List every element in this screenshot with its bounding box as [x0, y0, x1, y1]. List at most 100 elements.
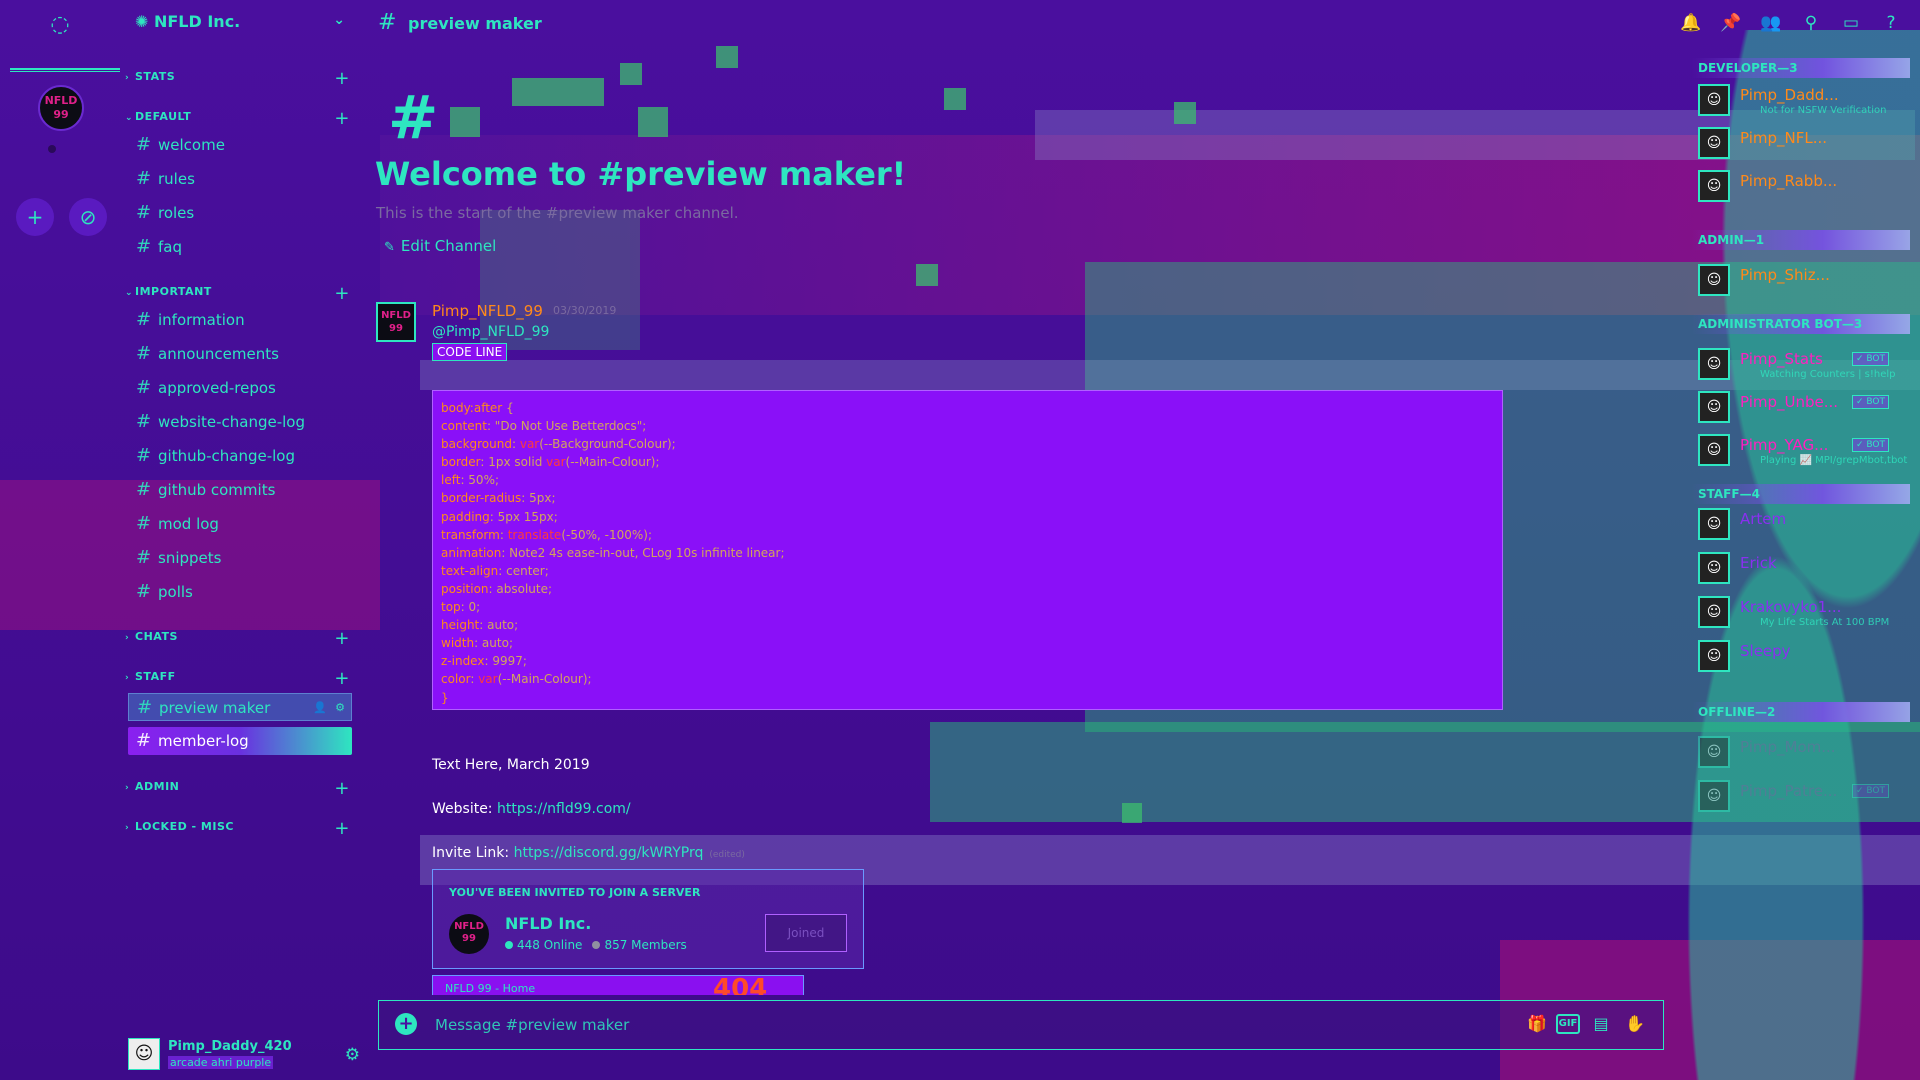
help-icon[interactable]: ? — [1880, 12, 1902, 34]
avatar[interactable]: ☺ — [1698, 391, 1730, 423]
gear-icon[interactable]: ⚙ — [335, 694, 345, 722]
member-item[interactable]: ☺ Pimp_Dadd... Not for NSFW Verification — [1698, 80, 1910, 120]
invite-link[interactable]: https://discord.gg/kWRYPrq — [514, 845, 704, 861]
category-important[interactable]: ⌄ IMPORTANT + — [125, 283, 350, 304]
member-item[interactable]: ☺ Artem — [1698, 504, 1910, 544]
user-mention[interactable]: @Pimp_NFLD_99 — [432, 324, 549, 340]
avatar[interactable]: ☺ — [1698, 84, 1730, 116]
avatar[interactable]: ☺ — [1698, 264, 1730, 296]
search-icon[interactable]: ⚲ — [1800, 12, 1822, 34]
member-item[interactable]: ☺ Pimp_Patre... ✓ BOT — [1698, 776, 1910, 816]
members-icon[interactable]: 👥 — [1760, 12, 1782, 34]
edit-channel-link[interactable]: ✎ Edit Channel — [384, 237, 496, 255]
member-item[interactable]: ☺ Pimp_Unbe... ✓ BOT — [1698, 387, 1910, 427]
channel-information[interactable]: # information — [128, 306, 352, 334]
code-value: : Note2 4s ease-in-out, CLog 10s infinit… — [501, 545, 785, 560]
avatar[interactable]: ☺ — [1698, 780, 1730, 812]
joined-button[interactable]: Joined — [765, 914, 847, 952]
category-admin[interactable]: › ADMIN + — [125, 778, 350, 799]
category-default[interactable]: ⌄ DEFAULT + — [125, 108, 350, 129]
code-property: } — [441, 690, 449, 705]
avatar[interactable]: ☺ — [1698, 552, 1730, 584]
add-channel-icon[interactable]: + — [334, 818, 350, 839]
user-settings-icon[interactable]: ⚙ — [345, 1045, 360, 1065]
member-item[interactable]: ☺ Pimp_NFL... — [1698, 123, 1910, 163]
add-channel-icon[interactable]: + — [334, 108, 350, 129]
avatar[interactable]: ☺ — [1698, 434, 1730, 466]
avatar[interactable]: ☺ — [1698, 736, 1730, 768]
sticker-icon[interactable]: ▤ — [1589, 1013, 1613, 1035]
member-item[interactable]: ☺ Pimp_Rabb... — [1698, 166, 1910, 206]
server-header[interactable]: ✺ NFLD Inc. ⌄ — [135, 12, 345, 34]
explore-servers-button[interactable]: ⊘ — [69, 198, 107, 236]
server-icon-nfld[interactable]: NFLD 99 — [38, 85, 84, 131]
channel-polls[interactable]: # polls — [128, 578, 352, 606]
code-property: text-align — [441, 563, 499, 578]
avatar[interactable]: ☺ — [1698, 127, 1730, 159]
add-channel-icon[interactable]: + — [334, 628, 350, 649]
message-input[interactable]: Message #preview maker — [435, 1016, 629, 1034]
member-item[interactable]: ☺ Pimp_Shiz... — [1698, 260, 1910, 300]
channel-faq[interactable]: # faq — [128, 233, 352, 261]
channel-snippets[interactable]: # snippets — [128, 544, 352, 572]
category-locked-misc[interactable]: › LOCKED - MISC + — [125, 818, 350, 839]
member-name: Pimp_Patre... — [1740, 782, 1838, 800]
channel-label: website-change-log — [158, 413, 306, 431]
code-property: left — [441, 473, 461, 488]
channel-rules[interactable]: # rules — [128, 165, 352, 193]
hash-icon: # — [136, 445, 152, 466]
direct-messages-icon[interactable]: ◌ — [46, 14, 74, 36]
add-channel-icon[interactable]: + — [334, 283, 350, 304]
member-item[interactable]: ☺ Pimp_YAG... Playing 📈 MPI/grepMbot,tbot ✓… — [1698, 430, 1910, 470]
hash-icon: # — [136, 547, 152, 568]
message-author[interactable]: Pimp_NFLD_99 — [432, 302, 543, 320]
channel-welcome[interactable]: # welcome — [128, 131, 352, 159]
avatar[interactable]: ☺ — [1698, 640, 1730, 672]
member-item[interactable]: ☺ Pimp_Stats Watching Counters | s!help ✓ B… — [1698, 344, 1910, 384]
emoji-icon[interactable]: ✋ — [1623, 1013, 1647, 1035]
invite-line: Invite Link: https://discord.gg/kWRYPrq (… — [432, 845, 745, 861]
avatar[interactable]: ☺ — [1698, 170, 1730, 202]
member-item[interactable]: ☺ Sleepy — [1698, 636, 1910, 676]
add-channel-icon[interactable]: + — [334, 778, 350, 799]
add-channel-icon[interactable]: + — [334, 68, 350, 89]
chevron-down-icon[interactable]: ⌄ — [333, 12, 345, 28]
avatar[interactable]: ☺ — [1698, 596, 1730, 628]
member-activity: Not for NSFW Verification — [1760, 105, 1887, 116]
caret-icon: › — [125, 633, 130, 643]
channel-github-commits[interactable]: # github commits — [128, 476, 352, 504]
invite-icon[interactable]: 👤 — [313, 694, 327, 722]
attach-plus-icon[interactable]: + — [395, 1013, 417, 1035]
member-item[interactable]: ☺ Erick — [1698, 548, 1910, 588]
member-name: Artem — [1740, 510, 1787, 528]
website-link[interactable]: https://nfld99.com/ — [497, 801, 631, 817]
member-item[interactable]: ☺ Krakovyko1... My Life Starts At 100 BPM — [1698, 592, 1910, 632]
add-channel-icon[interactable]: + — [334, 668, 350, 689]
channel-preview-maker[interactable]: # preview maker 👤 ⚙ — [128, 693, 352, 721]
message-composer[interactable]: + Message #preview maker 🎁 GIF ▤ ✋ — [378, 1000, 1664, 1050]
channel-mod-log[interactable]: # mod log — [128, 510, 352, 538]
bell-icon[interactable]: 🔔 — [1680, 12, 1702, 34]
gift-icon[interactable]: 🎁 — [1525, 1013, 1549, 1035]
channel-member-log[interactable]: # member-log — [128, 727, 352, 755]
avatar[interactable]: ☺ — [128, 1038, 160, 1070]
category-stats[interactable]: › STATS + — [125, 68, 350, 89]
member-name: Pimp_Dadd... — [1740, 86, 1839, 104]
category-staff[interactable]: › STAFF + — [125, 668, 350, 689]
avatar[interactable]: NFLD 99 — [376, 302, 416, 342]
channel-announcements[interactable]: # announcements — [128, 340, 352, 368]
avatar[interactable]: ☺ — [1698, 508, 1730, 540]
avatar[interactable]: ☺ — [1698, 348, 1730, 380]
channel-approved-repos[interactable]: # approved-repos — [128, 374, 352, 402]
category-chats[interactable]: › CHATS + — [125, 628, 350, 649]
channel-github-change-log[interactable]: # github-change-log — [128, 442, 352, 470]
channel-website-change-log[interactable]: # website-change-log — [128, 408, 352, 436]
channel-roles[interactable]: # roles — [128, 199, 352, 227]
member-item[interactable]: ☺ Pimp_Mom... — [1698, 732, 1910, 772]
bot-badge: ✓ BOT — [1852, 438, 1889, 452]
pin-icon[interactable]: 📌 — [1720, 12, 1742, 34]
gif-icon[interactable]: GIF — [1556, 1014, 1580, 1034]
channel-label: faq — [158, 238, 182, 256]
add-server-button[interactable]: + — [16, 198, 54, 236]
inbox-icon[interactable]: ▭ — [1840, 12, 1862, 34]
